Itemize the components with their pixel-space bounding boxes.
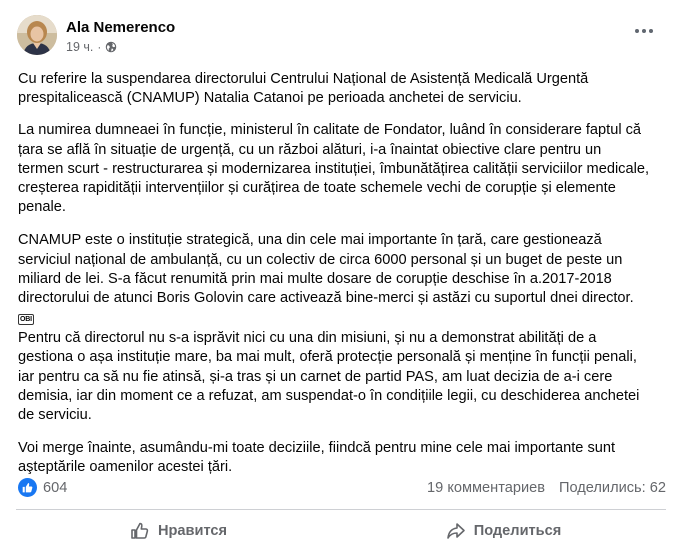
thumbs-up-icon (22, 483, 33, 493)
globe-icon[interactable] (105, 41, 117, 53)
divider (16, 509, 666, 510)
more-dot (649, 29, 653, 33)
more-dot (642, 29, 646, 33)
meta-separator: · (97, 40, 102, 54)
avatar-photo (17, 15, 57, 55)
facebook-post: Ala Nemerenco 19 ч. · Cu referire la sus… (0, 0, 682, 556)
post-paragraph: Cu referire la suspendarea directorului … (18, 71, 589, 107)
avatar[interactable] (17, 15, 57, 55)
reaction-count[interactable]: 604 (43, 480, 67, 496)
post-stats: 604 19 комментариев Поделились: 62 (18, 478, 666, 500)
post-paragraph: Pentru că directorul nu s-a isprăvit nic… (18, 330, 640, 424)
post-meta: 19 ч. · (66, 40, 117, 54)
author-name[interactable]: Ala Nemerenco (66, 19, 175, 36)
like-button[interactable]: Нравится (16, 513, 341, 549)
share-arrow-icon (446, 523, 465, 539)
share-button[interactable]: Поделиться (341, 513, 666, 549)
post-paragraph: La numirea dumneaei în funcție, minister… (18, 122, 650, 216)
post-actions: Нравится Поделиться (16, 513, 666, 549)
emoji-row: ОВІ (18, 308, 666, 330)
obi-emoji: ОВІ (18, 313, 34, 325)
post-header: Ala Nemerenco 19 ч. · (17, 15, 667, 59)
like-reaction-icon[interactable] (18, 478, 37, 497)
post-paragraph: Voi merge înainte, asumându-mi toate dec… (18, 440, 616, 476)
more-dot (635, 29, 639, 33)
more-options-icon[interactable] (630, 21, 658, 41)
post-paragraph: CNAMUP este o instituție strategică, una… (18, 232, 634, 307)
post-time[interactable]: 19 ч. (66, 40, 93, 54)
post-text: Cu referire la suspendarea directorului … (18, 70, 666, 492)
share-count[interactable]: Поделились: 62 (559, 480, 666, 496)
share-button-label: Поделиться (473, 523, 562, 539)
like-button-label: Нравится (157, 523, 228, 539)
thumbs-up-outline-icon (131, 522, 149, 539)
comment-count[interactable]: 19 комментариев (427, 480, 545, 496)
